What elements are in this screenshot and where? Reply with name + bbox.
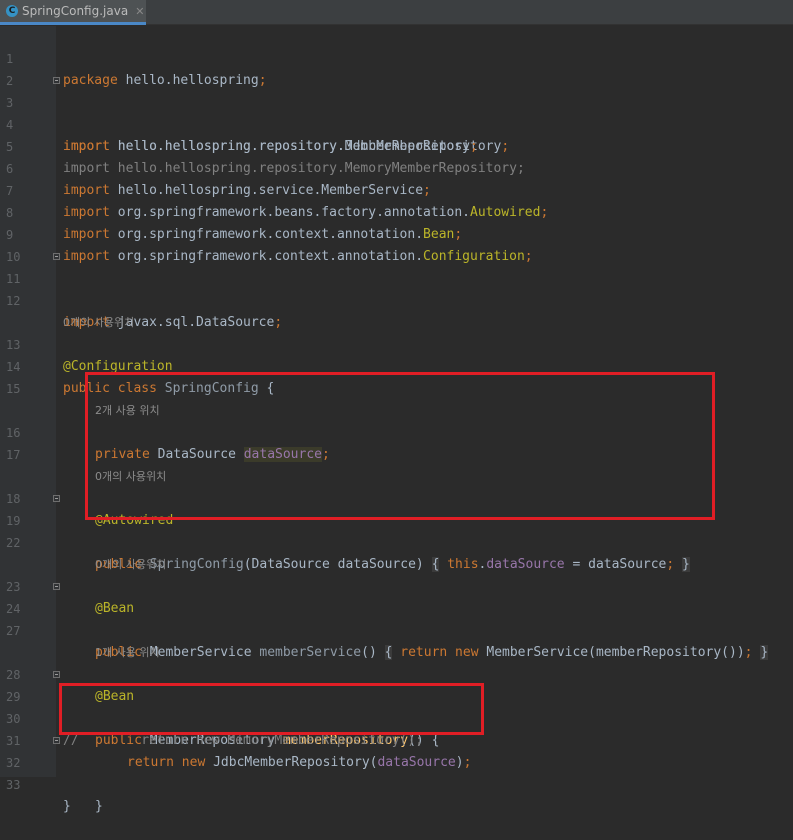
fold-marker-icon[interactable] — [53, 583, 60, 590]
fold-marker-icon[interactable] — [53, 253, 60, 260]
code-line: 2 — [0, 48, 793, 88]
tab-springconfig[interactable]: C SpringConfig.java ✕ — [0, 0, 146, 25]
fold-marker-icon[interactable] — [53, 495, 60, 502]
code-line: 10 — [0, 224, 793, 264]
code-line: 6 import hello.hellospring.service.Membe… — [0, 136, 793, 198]
fold-marker-icon[interactable] — [53, 671, 60, 678]
code-line: 8 import org.springframework.context.ann… — [0, 180, 793, 242]
code-line: 11 import javax.sql.DataSource; — [0, 246, 793, 330]
code-text: } — [63, 799, 71, 814]
code-text: } — [95, 799, 103, 814]
code-line: 4 import hello.hellospring.repository.Me… — [0, 92, 793, 154]
editor-tab-bar: C SpringConfig.java ✕ — [0, 0, 793, 25]
code-line: 23 @Bean — [0, 554, 793, 616]
fold-marker-icon[interactable] — [53, 737, 60, 744]
java-class-icon: C — [6, 5, 18, 17]
code-line: 24 public MemberService memberService() … — [0, 576, 793, 660]
code-line: 33 } — [0, 752, 793, 814]
code-line: 28 @Bean — [0, 642, 793, 704]
tab-label: SpringConfig.java — [22, 4, 129, 18]
line-number: 33 — [6, 778, 21, 792]
code-line: 14 public class SpringConfig { — [0, 334, 793, 396]
code-line: 27 — [0, 598, 793, 638]
close-icon[interactable]: ✕ — [135, 5, 144, 18]
usage-hint-row: 1개 사용 위치 — [0, 620, 793, 659]
code-line: 13 @Configuration — [0, 312, 793, 374]
code-line: 3 import hello.hellospring.repository.Jd… — [0, 70, 793, 154]
highlight-box-datasource — [85, 372, 715, 520]
usage-hint-row: 0개의 사용위치 — [0, 290, 793, 329]
code-line: 5 import hello.hellospring.repository.Me… — [0, 114, 793, 176]
code-line: 12 — [0, 268, 793, 308]
code-line: 7 import org.springframework.beans.facto… — [0, 158, 793, 220]
code-line: 1 package hello.hellospring; — [0, 26, 793, 88]
usage-hint-row: 0개의 사용위치 — [0, 532, 793, 571]
code-line: 9 import org.springframework.context.ann… — [0, 202, 793, 264]
fold-marker-icon[interactable] — [53, 77, 60, 84]
highlight-box-repository — [59, 683, 484, 735]
